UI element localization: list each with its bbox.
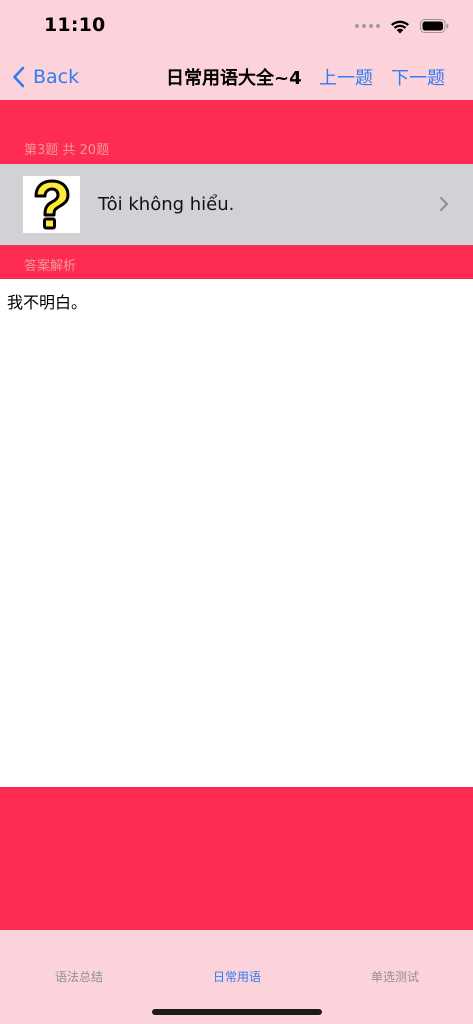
cellular-signal-icon [355,24,380,28]
status-bar: 11:10 [0,0,473,54]
bottom-banner-area [0,787,473,930]
chevron-right-icon [440,197,448,211]
tab-daily-phrases[interactable]: 日常用语 [158,968,316,985]
status-time: 11:10 [44,14,106,36]
home-indicator[interactable] [152,1009,322,1015]
status-icons [355,16,449,36]
page-title: 日常用语大全~4 [166,68,302,89]
question-mark-icon [34,179,70,230]
next-question-button[interactable]: 下一题 [391,64,445,90]
chevron-left-icon [13,66,25,88]
question-text: Tôi không hiểu. [98,194,235,215]
wifi-icon [391,20,409,33]
question-progress-label: 第3题 共 20题 [24,143,110,158]
navigation-bar: Back 日常用语大全~4 上一题 下一题 [0,54,473,100]
previous-question-button[interactable]: 上一题 [319,64,373,90]
question-image [23,176,80,233]
tab-grammar-summary[interactable]: 语法总结 [0,968,158,985]
answer-section-label: 答案解析 [24,259,77,274]
answer-content: 我不明白。 [0,279,473,787]
answer-section-header: 答案解析 [0,245,473,279]
back-button[interactable]: Back [12,62,79,92]
question-row[interactable]: Tôi không hiểu. [0,164,473,245]
answer-text: 我不明白。 [7,293,88,312]
back-button-label: Back [33,66,80,88]
tab-single-choice-test[interactable]: 单选测试 [316,968,473,985]
question-section-header: 第3题 共 20题 [0,100,473,164]
battery-icon [420,19,449,33]
screen: 11:10 Back 日常用语大全~4 上一题 下一题 第3题 共 20题 Tô… [0,0,473,1024]
